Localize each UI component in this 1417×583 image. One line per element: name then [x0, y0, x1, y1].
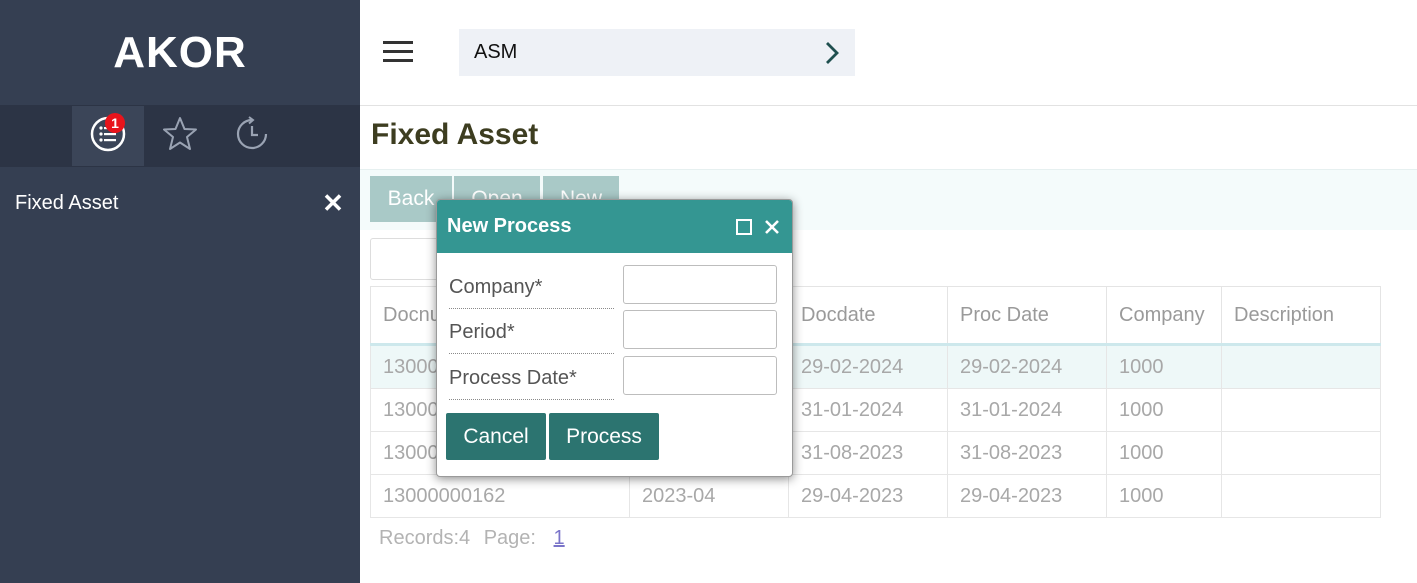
notification-badge: 1 — [105, 113, 125, 133]
dialog-title: New Process — [447, 215, 572, 237]
history-icon — [233, 115, 271, 158]
dialog-header: New Process — [437, 200, 792, 253]
tab-history[interactable] — [216, 106, 288, 166]
company-field-row: Company* — [449, 265, 781, 310]
column-header-docdate[interactable]: Docdate — [788, 286, 948, 346]
company-label: Company* — [449, 266, 614, 309]
top-header: ASM — [360, 0, 1417, 106]
cancel-button[interactable]: Cancel — [446, 413, 546, 460]
records-count: Records:4 — [379, 527, 471, 549]
cell-docdate: 29-02-2024 — [788, 344, 948, 389]
sidebar: AKOR 1 Fixed Asset ✕ — [0, 0, 360, 583]
sidebar-item-fixed-asset[interactable]: Fixed Asset ✕ — [15, 185, 350, 221]
hamburger-menu-icon[interactable] — [383, 41, 413, 63]
cell-docno: 13000000162 — [370, 474, 630, 518]
sidebar-tabs: 1 — [0, 105, 360, 167]
period-field-row: Period* — [449, 310, 781, 355]
company-field[interactable] — [623, 265, 777, 304]
sidebar-item-label: Fixed Asset — [15, 191, 119, 214]
cell-docdate: 31-01-2024 — [788, 388, 948, 432]
maximize-icon[interactable] — [736, 218, 752, 235]
cell-company: 1000 — [1106, 474, 1222, 518]
app-brand: AKOR — [113, 27, 247, 77]
dialog-controls — [736, 218, 780, 235]
cell-proc-date: 31-08-2023 — [947, 431, 1107, 475]
page-link[interactable]: 1 — [554, 527, 565, 549]
process-date-label: Process Date* — [449, 357, 614, 400]
page-label: Page: — [483, 527, 536, 549]
cell-proc-date: 29-02-2024 — [947, 344, 1107, 389]
period-label: Period* — [449, 311, 614, 354]
cell-docdate: 31-08-2023 — [788, 431, 948, 475]
module-breadcrumb[interactable]: ASM — [459, 29, 855, 76]
tab-favorites[interactable] — [144, 106, 216, 166]
close-icon[interactable]: ✕ — [321, 190, 345, 216]
cell-company: 1000 — [1106, 388, 1222, 432]
cell-period: 2023-04 — [629, 474, 789, 518]
process-date-field-row: Process Date* — [449, 356, 781, 401]
cell-company: 1000 — [1106, 431, 1222, 475]
page-title: Fixed Asset — [371, 118, 539, 151]
table-row[interactable]: 13000000162 2023-04 29-04-2023 29-04-202… — [370, 474, 1381, 518]
close-icon[interactable] — [764, 219, 780, 235]
cell-company: 1000 — [1106, 344, 1222, 389]
cell-description — [1221, 431, 1381, 475]
cell-proc-date: 29-04-2023 — [947, 474, 1107, 518]
chevron-right-icon — [826, 41, 839, 64]
cell-description — [1221, 388, 1381, 432]
column-header-proc-date[interactable]: Proc Date — [947, 286, 1107, 346]
pagination-footer: Records:4 Page: 1 — [379, 527, 565, 550]
cell-description — [1221, 474, 1381, 518]
process-date-field[interactable] — [623, 356, 777, 395]
column-header-company[interactable]: Company — [1106, 286, 1222, 346]
cell-description — [1221, 344, 1381, 389]
breadcrumb-label: ASM — [474, 41, 518, 63]
new-process-dialog: New Process Company* Period* Process Dat… — [436, 199, 793, 477]
period-field[interactable] — [623, 310, 777, 349]
tab-open-items[interactable]: 1 — [72, 106, 144, 166]
star-icon — [161, 115, 199, 158]
cell-docdate: 29-04-2023 — [788, 474, 948, 518]
cell-proc-date: 31-01-2024 — [947, 388, 1107, 432]
column-header-description[interactable]: Description — [1221, 286, 1381, 346]
process-button[interactable]: Process — [549, 413, 659, 460]
